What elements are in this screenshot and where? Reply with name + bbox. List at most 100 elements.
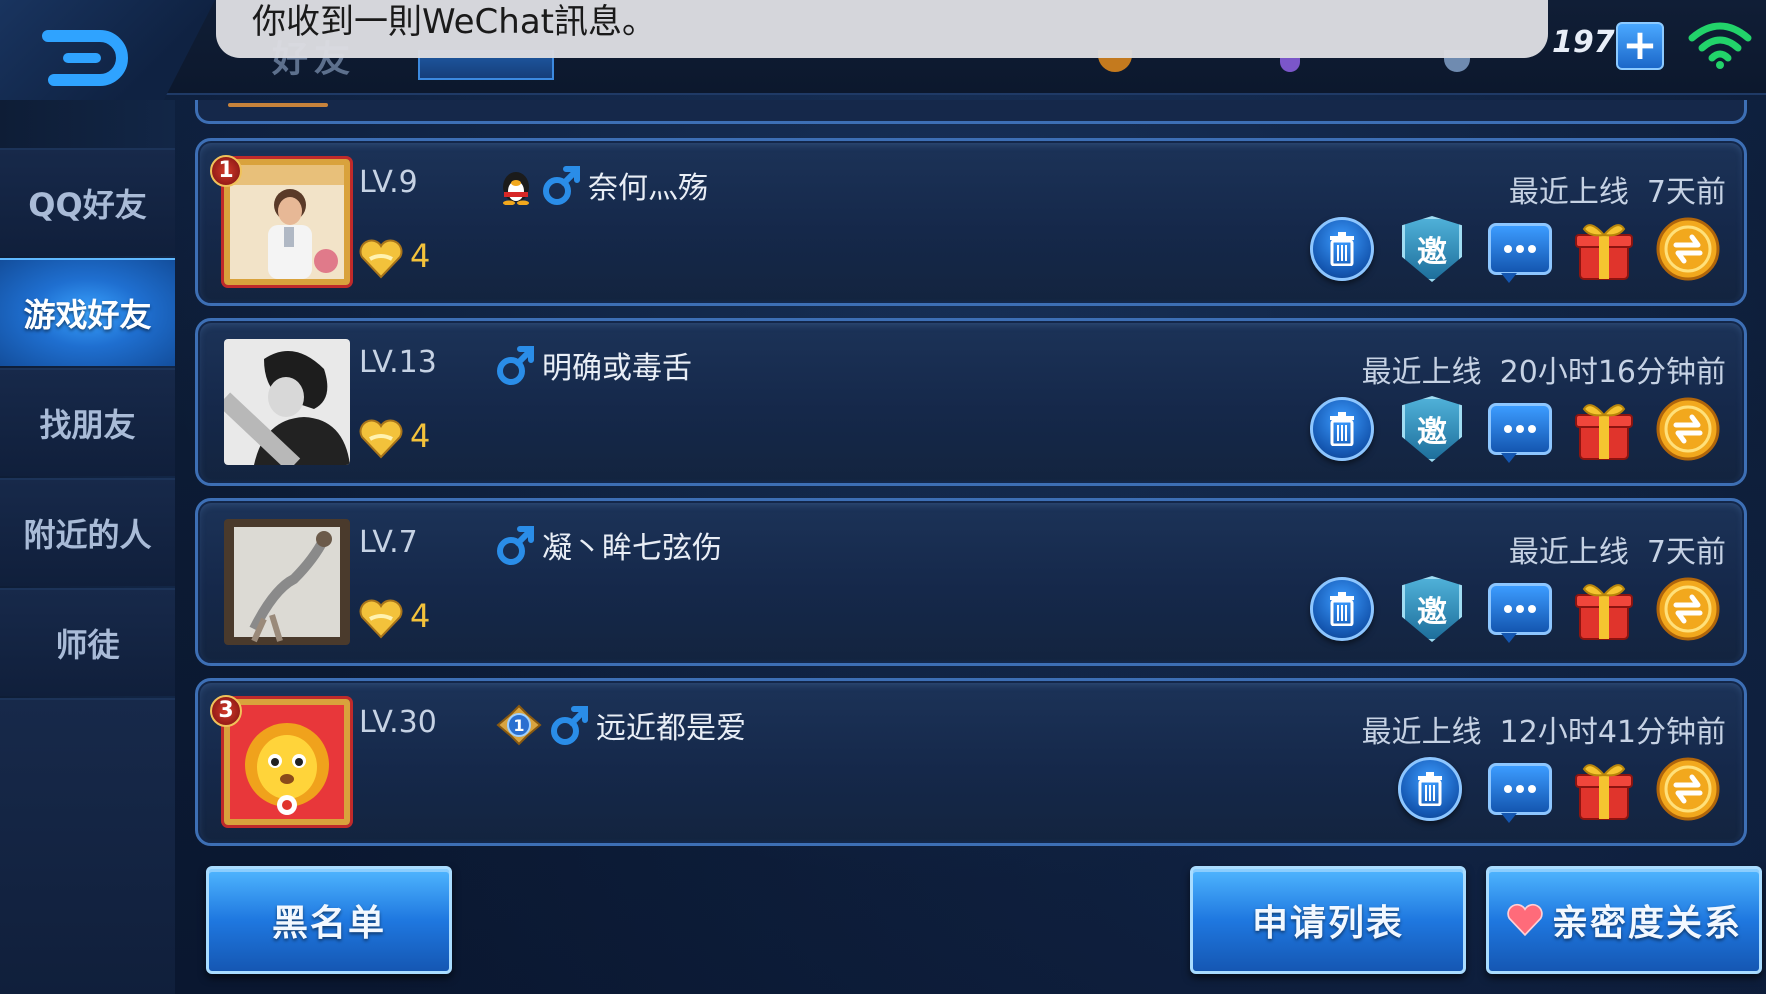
sidebar: QQ好友 游戏好友 找朋友 附近的人 师徒 <box>0 100 175 994</box>
chat-button[interactable] <box>1486 215 1554 283</box>
wifi-icon <box>1688 22 1752 69</box>
chat-icon <box>1488 583 1552 643</box>
rank-badge: 1 <box>210 155 242 187</box>
send-coin-button[interactable] <box>1654 215 1722 283</box>
chat-button[interactable] <box>1486 755 1554 823</box>
gift-icon <box>1575 584 1633 640</box>
player-name: 凝丶眸七弦伤 <box>542 531 722 566</box>
invite-button[interactable]: 邀 <box>1398 395 1466 463</box>
last-online-time: 7天前 <box>1646 175 1726 210</box>
chat-icon <box>1488 403 1552 463</box>
gift-icon <box>1575 224 1633 280</box>
delete-friend-button[interactable] <box>1396 755 1464 823</box>
back-icon <box>42 30 128 86</box>
gift-icon <box>1575 764 1633 820</box>
send-coin-button[interactable] <box>1654 395 1722 463</box>
sidebar-item-nearby[interactable]: 附近的人 <box>0 478 175 586</box>
sidebar-item-find-friends[interactable]: 找朋友 <box>0 368 175 476</box>
chat-button[interactable] <box>1486 575 1554 643</box>
heart-icon <box>359 419 403 459</box>
request-list-label: 申请列表 <box>1251 903 1404 944</box>
last-online-label: 最近上线 <box>1361 355 1482 390</box>
delete-friend-button[interactable] <box>1308 395 1376 463</box>
friend-card[interactable]: LV.13 4 明确或毒舌 最近上线 20小时16分钟前 邀 <box>195 318 1747 486</box>
sidebar-empty <box>0 698 175 994</box>
heart-icon <box>359 239 403 279</box>
friend-card[interactable]: 3 LV.30 1 远近都是爱 最近上线 12小时41分钟前 <box>195 678 1747 846</box>
rank-badge: 3 <box>210 695 242 727</box>
last-online-label: 最近上线 <box>1508 535 1629 570</box>
notification-text: 你收到一則WeChat訊息。 <box>252 2 656 42</box>
intimacy-relations-label: 亲密度关系 <box>1551 903 1742 944</box>
send-gift-button[interactable] <box>1570 575 1638 643</box>
trash-icon <box>1418 772 1442 806</box>
delete-button-ring <box>1310 217 1374 281</box>
invite-button[interactable]: 邀 <box>1398 215 1466 283</box>
avatar[interactable] <box>224 519 350 645</box>
trash-icon <box>1330 592 1354 626</box>
gift-icon <box>1575 404 1633 460</box>
chat-icon <box>1488 763 1552 823</box>
back-button[interactable] <box>0 0 215 105</box>
delete-friend-button[interactable] <box>1308 575 1376 643</box>
heart-icon <box>1507 903 1543 937</box>
sidebar-item-game-friends[interactable]: 游戏好友 <box>0 258 175 366</box>
send-coin-button[interactable] <box>1654 575 1722 643</box>
add-currency-button[interactable]: + <box>1616 22 1664 70</box>
avatar[interactable] <box>224 339 350 465</box>
send-gift-button[interactable] <box>1570 755 1638 823</box>
blacklist-button[interactable]: 黑名单 <box>206 866 452 974</box>
coin-send-icon <box>1656 397 1720 461</box>
chat-icon <box>1488 223 1552 283</box>
last-online: 最近上线 12小时41分钟前 <box>1362 707 1726 751</box>
heart-icon <box>359 599 403 639</box>
friends-screen: 好友 197 + 你收到一則WeChat訊息。 QQ好友 游戏好友 找朋友 附近… <box>0 0 1766 994</box>
delete-button-ring <box>1398 757 1462 821</box>
chat-button[interactable] <box>1486 395 1554 463</box>
delete-button-ring <box>1310 577 1374 641</box>
request-list-button[interactable]: 申请列表 <box>1190 866 1466 974</box>
name-row: 凝丶眸七弦伤 <box>496 523 722 567</box>
last-online-time: 12小时41分钟前 <box>1499 715 1726 750</box>
player-name: 奈何灬殇 <box>588 171 708 206</box>
player-name: 远近都是爱 <box>596 711 746 746</box>
intimacy-relations-button[interactable]: 亲密度关系 <box>1486 866 1762 974</box>
name-row: 奈何灬殇 <box>498 163 708 207</box>
intimacy-hearts: 4 <box>410 597 431 635</box>
last-online-label: 最近上线 <box>1508 175 1629 210</box>
sidebar-item-qq-friends[interactable]: QQ好友 <box>0 148 175 256</box>
blacklist-label: 黑名单 <box>271 903 386 944</box>
currency-count: 197 <box>1552 25 1615 60</box>
notification-banner[interactable]: 你收到一則WeChat訊息。 <box>216 0 1548 58</box>
male-icon <box>497 346 534 385</box>
send-coin-button[interactable] <box>1654 755 1722 823</box>
last-online-time: 7天前 <box>1646 535 1726 570</box>
send-gift-button[interactable] <box>1570 215 1638 283</box>
friend-card[interactable]: 1 LV.9 4 奈何灬殇 最近上线 7天前 邀 <box>195 138 1747 306</box>
intimacy-hearts: 4 <box>410 417 431 455</box>
player-name: 明确或毒舌 <box>542 351 692 386</box>
avatar[interactable] <box>224 699 350 825</box>
last-online: 最近上线 20小时16分钟前 <box>1362 347 1726 391</box>
qq-penguin-icon <box>503 172 529 205</box>
coin-send-icon <box>1656 577 1720 641</box>
delete-button-ring <box>1310 397 1374 461</box>
avatar[interactable] <box>224 159 350 285</box>
invite-button[interactable]: 邀 <box>1398 575 1466 643</box>
invite-label: 邀 <box>1402 396 1462 462</box>
invite-label: 邀 <box>1402 576 1462 642</box>
delete-friend-button[interactable] <box>1308 215 1376 283</box>
last-online: 最近上线 7天前 <box>1509 527 1726 571</box>
male-icon <box>543 166 580 205</box>
male-icon <box>497 526 534 565</box>
player-level: LV.9 <box>359 165 418 200</box>
sidebar-item-mentor[interactable]: 师徒 <box>0 588 175 696</box>
list-scroll-edge <box>195 100 1747 124</box>
coin-send-icon <box>1656 217 1720 281</box>
trash-icon <box>1330 232 1354 266</box>
friend-card[interactable]: LV.7 4 凝丶眸七弦伤 最近上线 7天前 邀 <box>195 498 1747 666</box>
send-gift-button[interactable] <box>1570 395 1638 463</box>
male-icon <box>551 706 588 745</box>
last-online: 最近上线 7天前 <box>1509 167 1726 211</box>
coin-send-icon <box>1656 757 1720 821</box>
